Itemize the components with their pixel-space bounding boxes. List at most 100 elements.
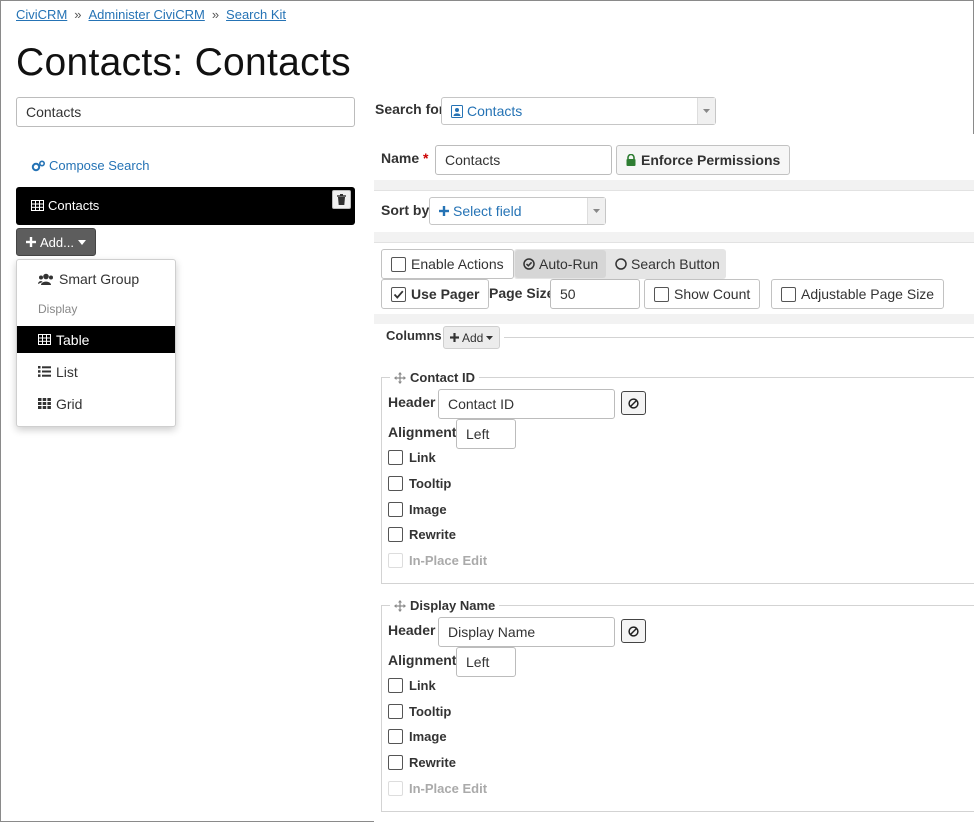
use-pager-checkbox[interactable] bbox=[391, 286, 406, 302]
lock-icon bbox=[626, 154, 636, 166]
compose-search-link[interactable]: Compose Search bbox=[31, 158, 149, 173]
separator bbox=[374, 180, 974, 190]
tooltip-label: Tooltip bbox=[409, 476, 452, 491]
rewrite-checkbox[interactable] bbox=[388, 527, 403, 542]
move-icon[interactable] bbox=[394, 371, 406, 384]
adjustable-page-size-checkbox[interactable] bbox=[781, 286, 796, 302]
caret-down-icon bbox=[77, 239, 86, 245]
link-label: Link bbox=[409, 678, 436, 693]
search-button-option[interactable]: Search Button bbox=[607, 250, 728, 278]
column-title-label: Display Name bbox=[410, 598, 496, 613]
users-icon bbox=[38, 273, 54, 285]
menu-item-label: List bbox=[56, 363, 78, 380]
plus-icon bbox=[439, 206, 449, 216]
compose-search-label: Compose Search bbox=[49, 158, 150, 173]
caret-down-icon bbox=[486, 335, 494, 340]
tooltip-checkbox[interactable] bbox=[388, 476, 403, 491]
link-checkbox[interactable] bbox=[388, 450, 403, 465]
name-input[interactable]: Contacts bbox=[435, 145, 612, 175]
clear-header-button[interactable] bbox=[621, 391, 646, 415]
column-card-contact-id: Contact ID Header Contact ID Alignment L… bbox=[381, 370, 974, 584]
alignment-select[interactable]: Left bbox=[456, 419, 516, 449]
adjustable-page-size-label: Adjustable Page Size bbox=[801, 286, 935, 302]
image-checkbox[interactable] bbox=[388, 729, 403, 744]
column-title-label: Contact ID bbox=[410, 370, 475, 385]
in-place-edit-checkbox bbox=[388, 781, 403, 796]
breadcrumb-separator: » bbox=[211, 7, 220, 22]
table-icon bbox=[38, 334, 51, 345]
show-count-checkbox[interactable] bbox=[654, 286, 669, 302]
move-icon[interactable] bbox=[394, 599, 406, 612]
enable-actions-label: Enable Actions bbox=[411, 256, 504, 272]
tooltip-option[interactable]: Tooltip bbox=[388, 476, 451, 491]
auto-run-option[interactable]: Auto-Run bbox=[515, 250, 607, 278]
enforce-permissions-button[interactable]: Enforce Permissions bbox=[616, 145, 791, 175]
search-label-input[interactable]: Contacts bbox=[16, 97, 355, 127]
image-option[interactable]: Image bbox=[388, 502, 447, 517]
add-column-label: Add bbox=[462, 330, 484, 345]
separator bbox=[374, 314, 974, 324]
link-checkbox[interactable] bbox=[388, 678, 403, 693]
ban-icon bbox=[628, 397, 639, 409]
link-option[interactable]: Link bbox=[388, 678, 436, 693]
rewrite-label: Rewrite bbox=[409, 527, 456, 542]
show-count-label: Show Count bbox=[674, 286, 751, 302]
breadcrumb-administer[interactable]: Administer CiviCRM bbox=[89, 7, 205, 22]
display-tab-contacts[interactable]: Contacts bbox=[16, 187, 355, 225]
page-size-label: Page Size bbox=[489, 285, 555, 301]
tooltip-checkbox[interactable] bbox=[388, 704, 403, 719]
in-place-edit-label: In-Place Edit bbox=[409, 781, 488, 796]
circle-icon bbox=[615, 258, 627, 270]
address-card-icon bbox=[451, 104, 463, 118]
sort-by-placeholder: Select field bbox=[453, 203, 522, 219]
page-size-input[interactable]: 50 bbox=[550, 279, 640, 309]
add-display-button[interactable]: Add... bbox=[16, 228, 96, 256]
sort-by-label: Sort by bbox=[381, 202, 430, 218]
columns-divider bbox=[504, 337, 974, 338]
image-checkbox[interactable] bbox=[388, 502, 403, 517]
tooltip-option[interactable]: Tooltip bbox=[388, 704, 451, 719]
trash-icon bbox=[337, 194, 346, 205]
column-title[interactable]: Display Name bbox=[390, 598, 500, 613]
rewrite-option[interactable]: Rewrite bbox=[388, 755, 456, 770]
required-marker: * bbox=[423, 150, 429, 166]
sort-by-select[interactable]: Select field bbox=[429, 197, 606, 225]
auto-run-label: Auto-Run bbox=[539, 256, 599, 272]
menu-item-label: Table bbox=[56, 331, 90, 348]
image-label: Image bbox=[409, 729, 447, 744]
caret-down-icon bbox=[697, 98, 715, 124]
breadcrumb-civicrm[interactable]: CiviCRM bbox=[16, 7, 67, 22]
search-for-value: Contacts bbox=[467, 103, 523, 119]
show-count-toggle[interactable]: Show Count bbox=[644, 279, 761, 309]
caret-down-icon bbox=[587, 198, 605, 224]
enable-actions-toggle[interactable]: Enable Actions bbox=[381, 249, 514, 279]
link-option[interactable]: Link bbox=[388, 450, 436, 465]
header-input[interactable]: Contact ID bbox=[438, 389, 615, 419]
in-place-edit-checkbox bbox=[388, 553, 403, 568]
enforce-permissions-label: Enforce Permissions bbox=[641, 152, 781, 168]
check-icon bbox=[393, 290, 404, 299]
rewrite-checkbox[interactable] bbox=[388, 755, 403, 770]
display-tab-label: Contacts bbox=[48, 198, 100, 213]
column-card-display-name: Display Name Header Display Name Alignme… bbox=[381, 598, 974, 812]
alignment-select[interactable]: Left bbox=[456, 647, 516, 677]
image-option[interactable]: Image bbox=[388, 729, 447, 744]
menu-item-grid[interactable]: Grid bbox=[17, 390, 175, 417]
column-title[interactable]: Contact ID bbox=[390, 370, 479, 385]
clear-header-button[interactable] bbox=[621, 619, 646, 643]
use-pager-toggle[interactable]: Use Pager bbox=[381, 279, 490, 309]
menu-item-table[interactable]: Table bbox=[17, 326, 175, 353]
breadcrumb-search-kit[interactable]: Search Kit bbox=[226, 7, 286, 22]
plus-icon bbox=[26, 237, 36, 247]
adjustable-page-size-toggle[interactable]: Adjustable Page Size bbox=[771, 279, 945, 309]
menu-item-list[interactable]: List bbox=[17, 358, 175, 385]
name-label: Name * bbox=[381, 150, 429, 166]
header-input[interactable]: Display Name bbox=[438, 617, 615, 647]
rewrite-option[interactable]: Rewrite bbox=[388, 527, 456, 542]
search-for-label: Search for bbox=[375, 101, 445, 117]
add-column-button[interactable]: Add bbox=[443, 326, 501, 349]
menu-item-smart-group[interactable]: Smart Group bbox=[17, 265, 175, 292]
delete-display-button[interactable] bbox=[332, 190, 351, 209]
search-for-select[interactable]: Contacts bbox=[441, 97, 716, 125]
enable-actions-checkbox[interactable] bbox=[391, 256, 406, 272]
